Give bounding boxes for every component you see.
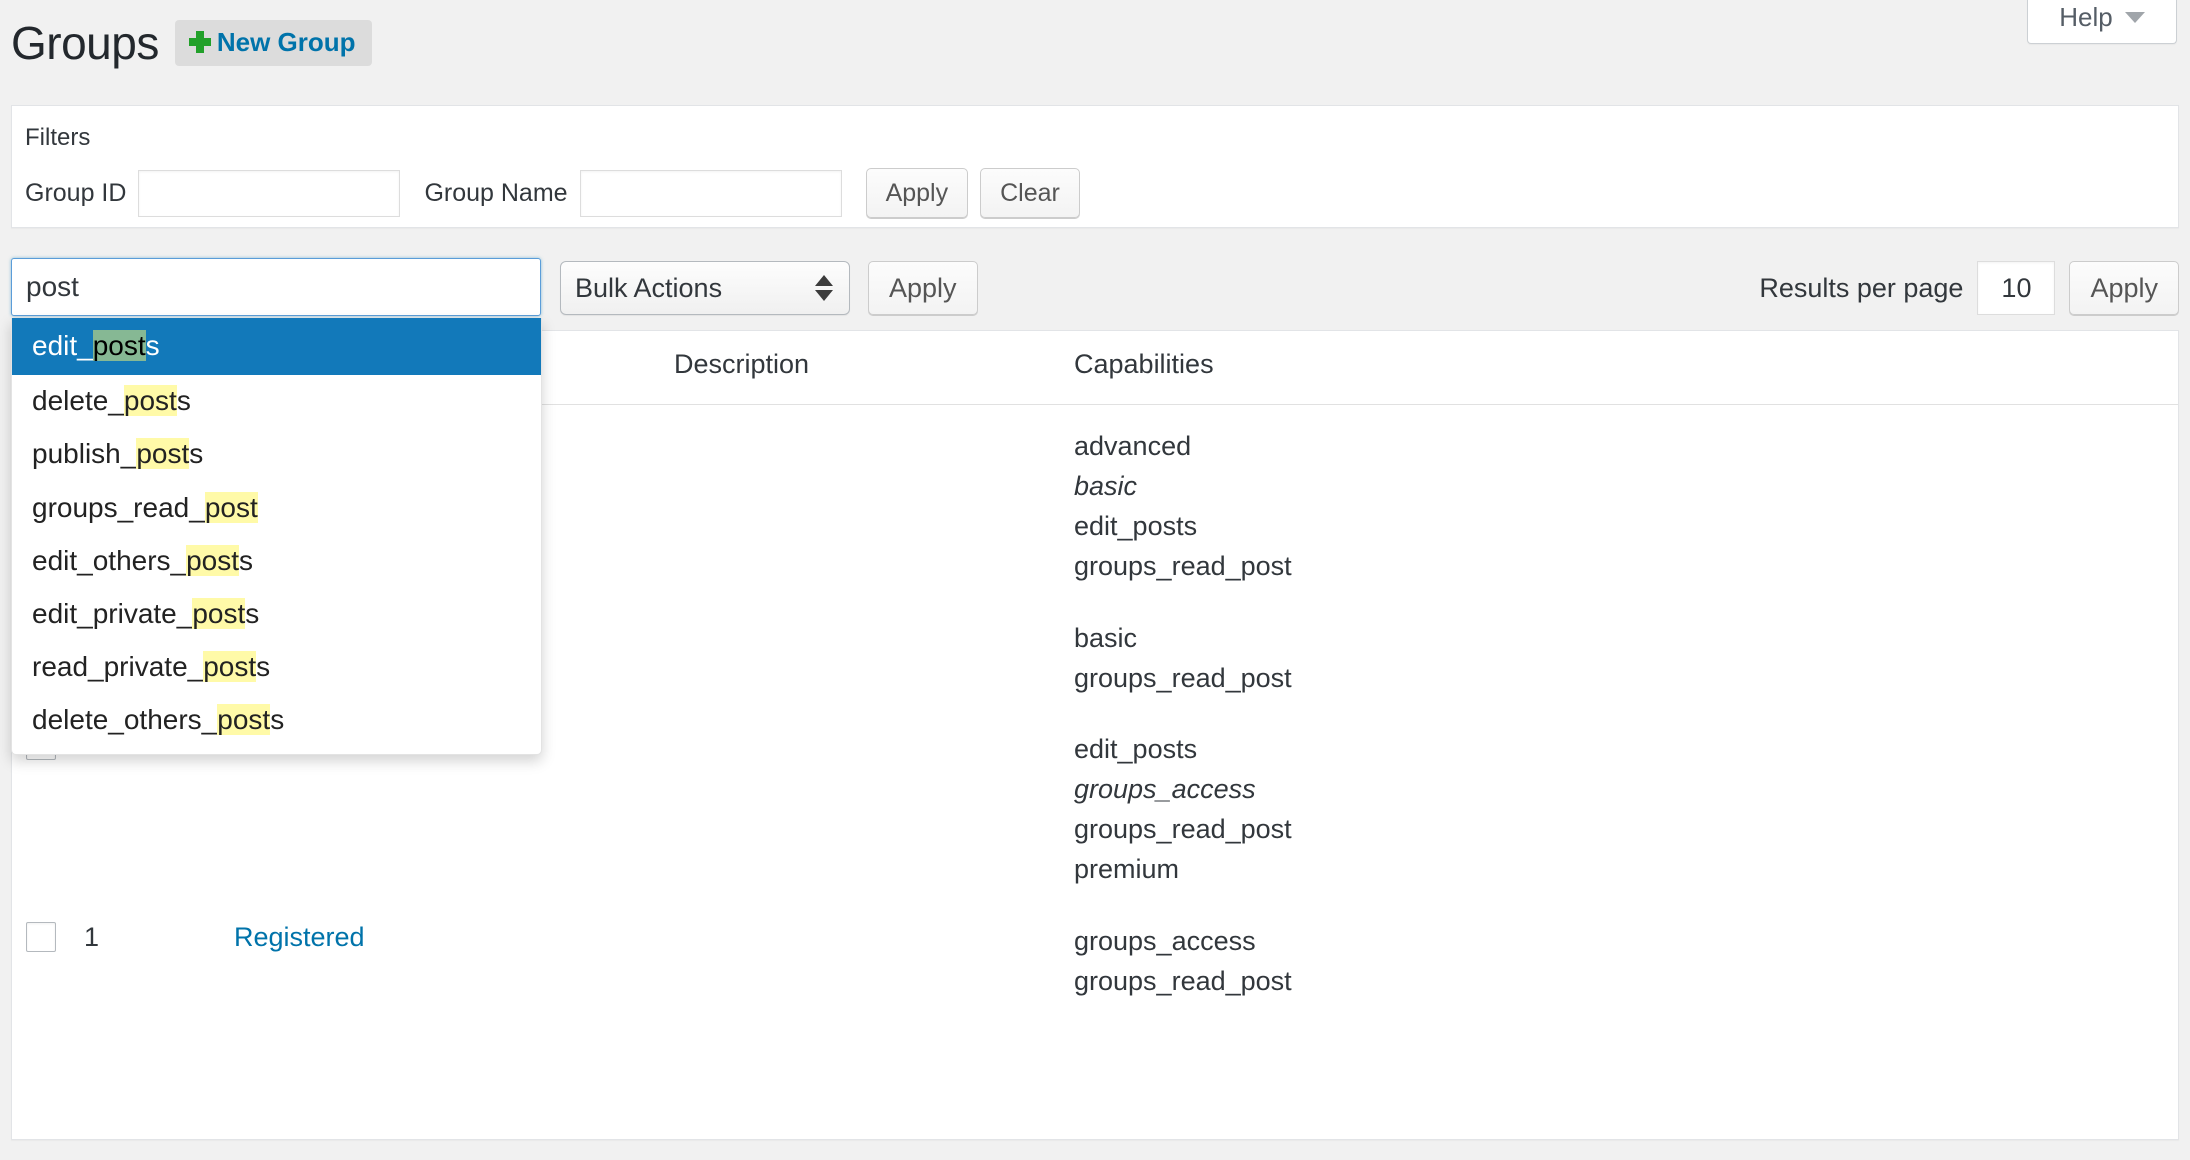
capability-item: groups_read_post <box>1074 965 1292 996</box>
autocomplete-option-prefix: groups_read_ <box>32 491 205 523</box>
autocomplete-option-prefix: delete_others_ <box>32 704 218 736</box>
autocomplete-option[interactable]: edit_others_posts <box>12 535 541 588</box>
capability-autocomplete-dropdown[interactable]: edit_posts delete_posts publish_posts group… <box>11 318 542 755</box>
group-id-label: Group ID <box>25 178 127 207</box>
select-arrows-icon <box>815 275 833 301</box>
autocomplete-option-match: post <box>136 438 190 470</box>
autocomplete-option-prefix: publish_ <box>32 438 137 470</box>
row-capabilities-cell: basic groups_read_post <box>1074 597 2178 709</box>
autocomplete-option-match: post <box>123 385 177 417</box>
row-description <box>674 900 1074 1012</box>
autocomplete-option-match: post <box>92 330 146 361</box>
group-name-input[interactable] <box>579 169 842 217</box>
bulk-apply-button[interactable]: Apply <box>868 261 978 315</box>
capability-item: groups_read_post <box>1074 550 1292 581</box>
group-id-input[interactable] <box>138 169 401 217</box>
capability-item: edit_posts <box>1074 734 1198 765</box>
filters-legend: Filters <box>25 124 91 151</box>
autocomplete-option-prefix: edit_ <box>32 330 93 361</box>
results-per-page-label: Results per page <box>1759 272 1964 303</box>
filters-row: Group ID Group Name Apply Clear <box>25 168 1080 218</box>
autocomplete-option-suffix: s <box>176 385 191 417</box>
table-navigation: Bulk Actions Apply Results per page Appl… <box>0 258 2190 320</box>
groups-admin-page: Help Groups New Group Filters Group ID G… <box>0 0 2190 1160</box>
autocomplete-option[interactable]: publish_posts <box>12 428 541 481</box>
page-header: Groups New Group <box>11 20 372 66</box>
capabilities-list: basic groups_read_post <box>1074 619 2178 699</box>
filters-panel: Filters Group ID Group Name Apply Clear <box>11 105 2179 228</box>
autocomplete-option[interactable]: delete_others_posts <box>12 694 541 747</box>
autocomplete-option[interactable]: edit_posts <box>12 318 541 376</box>
autocomplete-option[interactable]: edit_private_posts <box>12 588 541 641</box>
autocomplete-option[interactable]: read_private_posts <box>12 641 541 694</box>
bulk-actions-select[interactable]: Bulk Actions <box>560 261 850 315</box>
results-per-page-group: Results per page Apply <box>1759 261 2179 315</box>
autocomplete-option-suffix: s <box>256 651 271 683</box>
capability-item: groups_access <box>1074 774 1256 805</box>
autocomplete-option-match: post <box>204 491 258 523</box>
row-capabilities-cell: advanced basic edit_posts groups_read_post <box>1074 405 2178 597</box>
autocomplete-option-prefix: read_private_ <box>32 651 204 683</box>
autocomplete-option-match: post <box>192 597 246 629</box>
filter-apply-button[interactable]: Apply <box>865 168 969 218</box>
plus-icon <box>187 29 213 55</box>
chevron-down-icon <box>2124 12 2145 23</box>
bulk-actions-selected-label: Bulk Actions <box>575 272 723 303</box>
results-per-page-input[interactable] <box>1977 261 2056 315</box>
autocomplete-option-match: post <box>217 704 271 736</box>
capability-item: premium <box>1074 854 1180 885</box>
capability-item: groups_read_post <box>1074 814 1292 845</box>
column-header-capabilities[interactable]: Capabilities <box>1074 331 2178 405</box>
capabilities-list: advanced basic edit_posts groups_read_post <box>1074 427 2178 587</box>
table-row: 1 Registered groups_access groups_read_post <box>12 900 2178 1012</box>
row-description <box>674 405 1074 597</box>
row-capabilities-cell: edit_posts groups_access groups_read_postp… <box>1074 708 2178 900</box>
capabilities-list: edit_posts groups_access groups_read_postp… <box>1074 730 2178 890</box>
capability-search-input[interactable] <box>11 258 541 316</box>
autocomplete-option-match: post <box>203 651 257 683</box>
autocomplete-option-suffix: s <box>189 438 204 470</box>
autocomplete-option-prefix: edit_others_ <box>32 544 187 576</box>
row-capabilities-cell: groups_access groups_read_post <box>1074 900 2178 1012</box>
capability-item: groups_read_post <box>1074 662 1292 693</box>
row-checkbox[interactable] <box>26 922 56 953</box>
capability-item: edit_posts <box>1074 510 1198 541</box>
capability-item: basic <box>1074 470 1138 501</box>
autocomplete-option[interactable]: groups_read_post <box>12 482 541 535</box>
row-description <box>674 597 1074 709</box>
row-name-link[interactable]: Registered <box>234 922 365 952</box>
autocomplete-option-prefix: delete_ <box>32 385 124 417</box>
autocomplete-option-suffix: s <box>239 544 254 576</box>
capabilities-list: groups_access groups_read_post <box>1074 922 2178 1002</box>
autocomplete-option-suffix: s <box>245 597 260 629</box>
help-button-label: Help <box>2059 2 2113 32</box>
capability-item: groups_access <box>1074 926 1256 957</box>
autocomplete-option-match: post <box>186 544 240 576</box>
autocomplete-option-suffix: s <box>270 704 285 736</box>
row-description <box>674 708 1074 900</box>
row-id: 1 <box>84 922 100 953</box>
help-button[interactable]: Help <box>2027 0 2177 44</box>
autocomplete-option-prefix: edit_private_ <box>32 597 193 629</box>
autocomplete-option-suffix: s <box>145 330 160 361</box>
new-group-button-label: New Group <box>216 27 356 57</box>
page-title: Groups <box>11 17 159 69</box>
column-header-description[interactable]: Description <box>674 331 1074 405</box>
results-per-page-apply-button[interactable]: Apply <box>2069 261 2179 315</box>
capability-item: advanced <box>1074 431 1192 461</box>
filter-clear-button[interactable]: Clear <box>980 168 1080 218</box>
row-checkbox-cell <box>12 900 84 1012</box>
group-name-label: Group Name <box>424 178 568 207</box>
capability-item: basic <box>1074 622 1138 653</box>
autocomplete-option[interactable]: delete_posts <box>12 375 541 428</box>
new-group-button[interactable]: New Group <box>174 20 372 66</box>
row-name-cell: Registered <box>234 900 674 1012</box>
